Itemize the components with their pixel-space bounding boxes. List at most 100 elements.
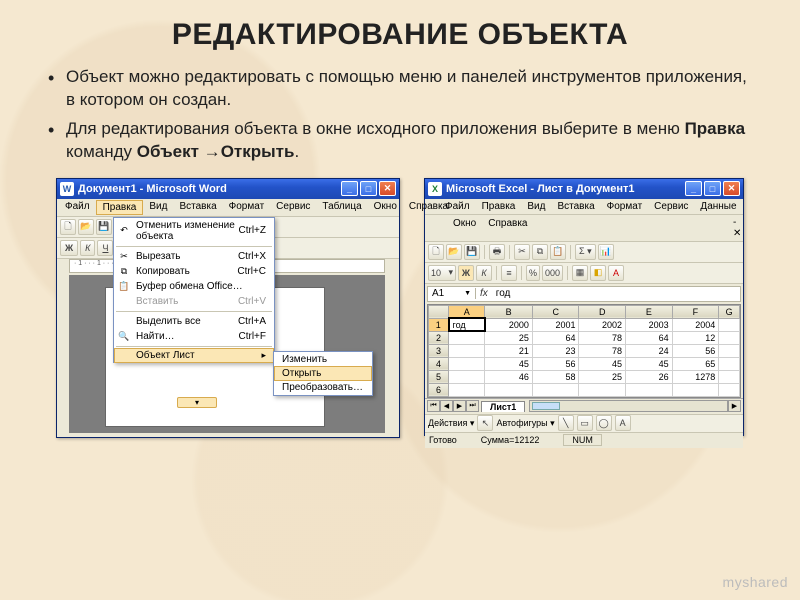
cell[interactable]: 58 xyxy=(532,370,579,383)
italic-button[interactable]: К xyxy=(476,265,492,281)
cell[interactable]: 2000 xyxy=(485,318,532,331)
row-header[interactable]: 1 xyxy=(429,318,449,331)
open-icon[interactable]: 📂 xyxy=(78,219,94,235)
formula-bar[interactable]: A1▼ fx год xyxy=(427,286,741,302)
cell[interactable]: 64 xyxy=(532,331,579,344)
close-button[interactable]: ✕ xyxy=(723,181,740,196)
menuitem-clipboard[interactable]: 📋Буфер обмена Office… xyxy=(114,279,274,294)
textbox-icon[interactable]: A xyxy=(615,415,631,431)
menu-help[interactable]: Справка xyxy=(403,200,454,215)
bold-button[interactable]: Ж xyxy=(458,265,474,281)
menuitem-selectall[interactable]: Выделить всеCtrl+A xyxy=(114,314,274,329)
cell[interactable]: 46 xyxy=(485,370,532,383)
horizontal-scrollbar[interactable] xyxy=(529,400,728,412)
cell[interactable]: 45 xyxy=(485,357,532,370)
word-titlebar[interactable]: W Документ1 - Microsoft Word _ □ ✕ xyxy=(57,179,399,199)
menu-edit[interactable]: Правка xyxy=(476,200,522,213)
new-icon[interactable]: 🗋 xyxy=(428,244,444,260)
col-header[interactable]: E xyxy=(626,305,673,318)
excel-titlebar[interactable]: X Microsoft Excel - Лист в Документ1 _ □… xyxy=(425,179,743,199)
cell[interactable]: 1278 xyxy=(672,370,719,383)
oval-icon[interactable]: ◯ xyxy=(596,415,612,431)
scroll-right-icon[interactable]: ▶ xyxy=(728,400,741,412)
row-header[interactable]: 5 xyxy=(429,370,449,383)
menu-expand-chevron-icon[interactable]: ▾ xyxy=(177,397,217,408)
cell[interactable]: 23 xyxy=(532,344,579,357)
fillcolor-icon[interactable]: ◧ xyxy=(590,265,606,281)
borders-icon[interactable]: ▦ xyxy=(572,265,588,281)
menu-window[interactable]: Окно xyxy=(368,200,403,215)
menu-view[interactable]: Вид xyxy=(143,200,173,215)
row-header[interactable]: 3 xyxy=(429,344,449,357)
menu-file[interactable]: Файл xyxy=(59,200,96,215)
fontcolor-icon[interactable]: A xyxy=(608,265,624,281)
menu-edit[interactable]: Правка xyxy=(96,200,144,215)
cell[interactable] xyxy=(449,331,485,344)
col-header[interactable]: F xyxy=(672,305,719,318)
select-icon[interactable]: ↖ xyxy=(477,415,493,431)
excel-menubar[interactable]: Файл Правка Вид Вставка Формат Сервис Да… xyxy=(425,199,743,215)
cell[interactable]: 25 xyxy=(485,331,532,344)
maximize-button[interactable]: □ xyxy=(360,181,377,196)
cell[interactable]: 2002 xyxy=(579,318,626,331)
submenu-open[interactable]: Открыть xyxy=(274,366,372,381)
row-header[interactable]: 4 xyxy=(429,357,449,370)
close-button[interactable]: ✕ xyxy=(379,181,396,196)
cell[interactable]: 21 xyxy=(485,344,532,357)
minimize-button[interactable]: _ xyxy=(685,181,702,196)
cell[interactable]: 24 xyxy=(626,344,673,357)
cell[interactable]: 64 xyxy=(626,331,673,344)
line-icon[interactable]: ╲ xyxy=(558,415,574,431)
tab-nav-last-icon[interactable]: ⏭ xyxy=(466,400,479,412)
cut-icon[interactable]: ✂ xyxy=(514,244,530,260)
cell[interactable]: 56 xyxy=(532,357,579,370)
cell[interactable]: 45 xyxy=(579,357,626,370)
menu-insert[interactable]: Вставка xyxy=(173,200,222,215)
maximize-button[interactable]: □ xyxy=(704,181,721,196)
menu-format[interactable]: Формат xyxy=(223,200,271,215)
autoshapes-dropdown[interactable]: Автофигуры ▾ xyxy=(496,418,554,429)
excel-menubar-2[interactable]: Окно Справка - ✕ xyxy=(425,215,743,242)
menu-data[interactable]: Данные xyxy=(694,200,742,213)
actions-dropdown[interactable]: Действия ▾ xyxy=(428,418,474,429)
sheet-tab[interactable]: Лист1 xyxy=(481,401,525,412)
menuitem-cut[interactable]: ✂ВырезатьCtrl+X xyxy=(114,249,274,264)
tab-nav-prev-icon[interactable]: ◀ xyxy=(440,400,453,412)
menu-insert[interactable]: Вставка xyxy=(551,200,600,213)
percent-button[interactable]: % xyxy=(526,265,540,281)
cell[interactable] xyxy=(719,344,740,357)
cell[interactable]: 25 xyxy=(579,370,626,383)
cell[interactable]: 45 xyxy=(626,357,673,370)
thousands-button[interactable]: 000 xyxy=(542,265,563,281)
menuitem-copy[interactable]: ⧉КопироватьCtrl+C xyxy=(114,264,274,279)
fontsize-select[interactable]: 10▾ xyxy=(428,265,456,281)
menuitem-find[interactable]: 🔍Найти…Ctrl+F xyxy=(114,329,274,344)
menu-view[interactable]: Вид xyxy=(521,200,551,213)
autosum-button[interactable]: Σ ▾ xyxy=(575,244,596,260)
menu-format[interactable]: Формат xyxy=(601,200,649,213)
sheet-tabs[interactable]: ⏮ ◀ ▶ ⏭ Лист1 ▶ xyxy=(425,398,743,414)
cell[interactable]: 2003 xyxy=(626,318,673,331)
chart-icon[interactable]: 📊 xyxy=(598,244,614,260)
cell[interactable]: год xyxy=(449,318,485,331)
new-icon[interactable]: 🗋 xyxy=(60,219,76,235)
underline-button[interactable]: Ч xyxy=(97,240,113,256)
col-header[interactable]: D xyxy=(579,305,626,318)
cell[interactable] xyxy=(719,357,740,370)
cell[interactable]: 12 xyxy=(672,331,719,344)
open-icon[interactable]: 📂 xyxy=(446,244,462,260)
minimize-button[interactable]: _ xyxy=(341,181,358,196)
menuitem-object-sheet[interactable]: Объект Лист xyxy=(114,348,274,363)
cell[interactable] xyxy=(449,344,485,357)
cell[interactable]: 65 xyxy=(672,357,719,370)
copy-icon[interactable]: ⧉ xyxy=(532,244,548,260)
align-icon[interactable]: ≡ xyxy=(501,265,517,281)
name-box[interactable]: A1▼ xyxy=(428,288,476,299)
menu-window[interactable]: Окно xyxy=(447,217,482,239)
save-icon[interactable]: 💾 xyxy=(96,219,112,235)
col-header[interactable]: G xyxy=(719,305,740,318)
row-header[interactable]: 6 xyxy=(429,383,449,396)
cell[interactable]: 2001 xyxy=(532,318,579,331)
submenu-edit[interactable]: Изменить xyxy=(274,352,372,367)
menu-tools[interactable]: Сервис xyxy=(648,200,694,213)
